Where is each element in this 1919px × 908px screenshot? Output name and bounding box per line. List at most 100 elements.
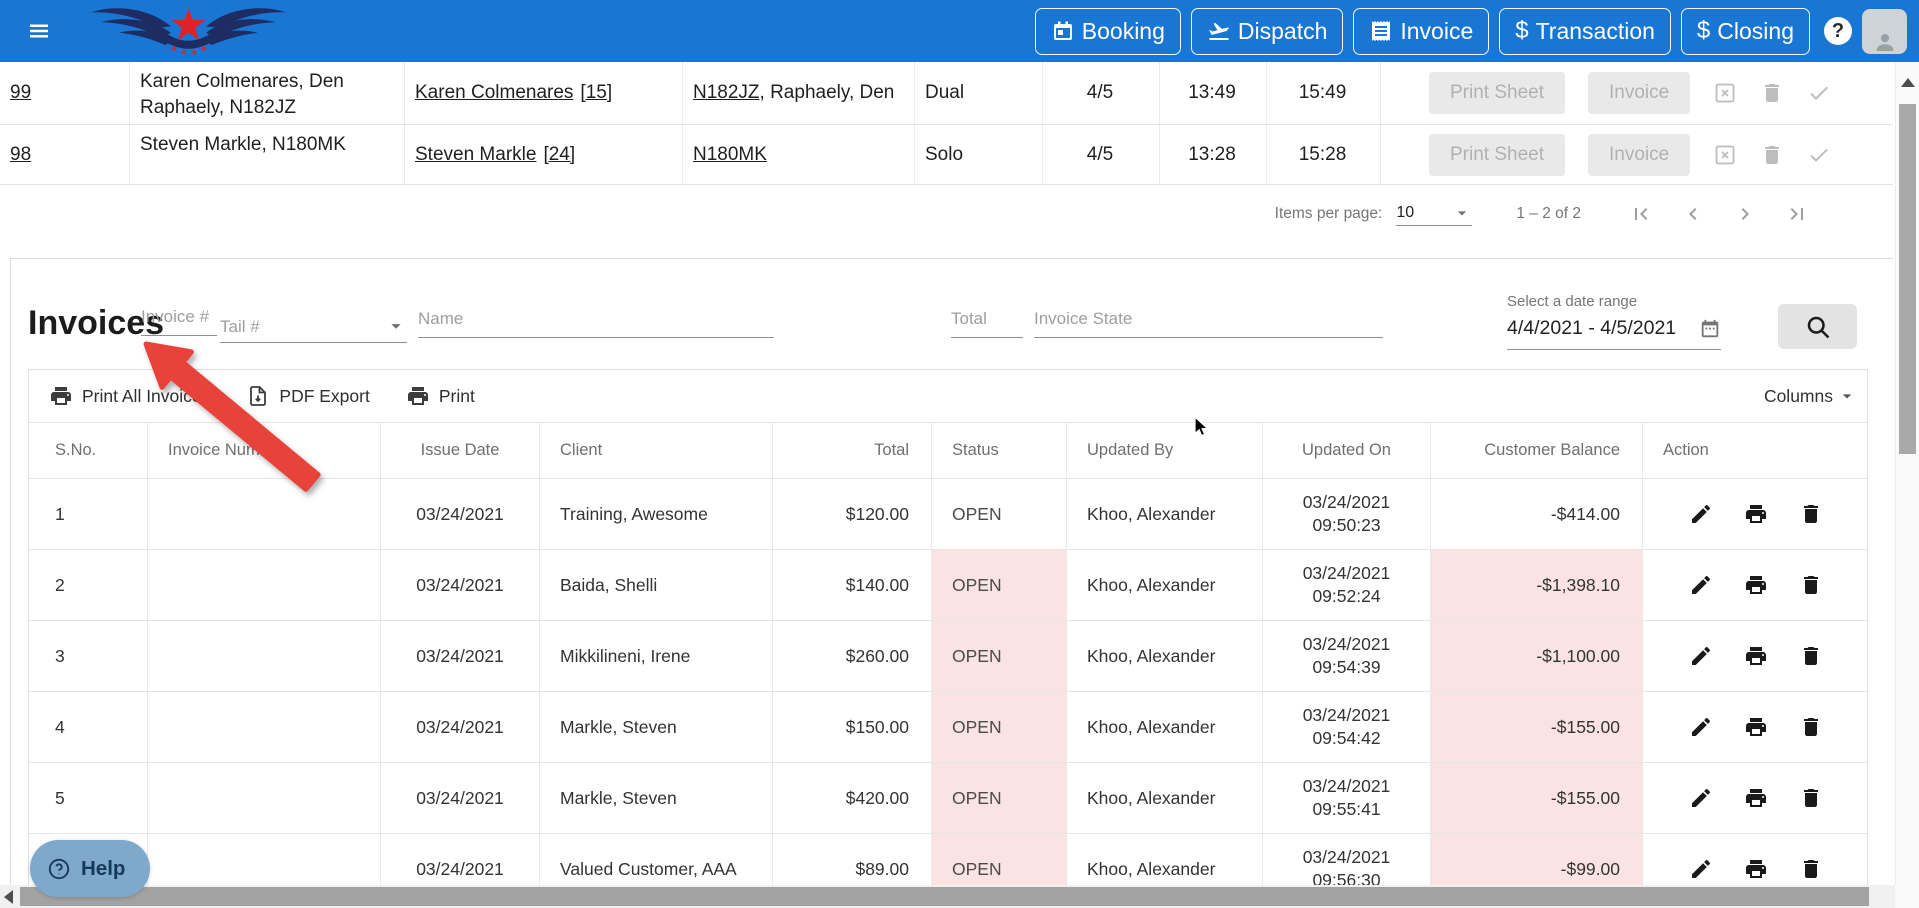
invoice-number-cell [148,692,381,762]
nav-button-booking[interactable]: Booking [1035,8,1181,55]
booking-id-link[interactable]: 98 [10,144,31,166]
nav-button-dispatch[interactable]: Dispatch [1191,8,1343,55]
delete-invoice-button[interactable] [1799,786,1823,810]
status-cell: OPEN [932,763,1067,833]
invoice-number-cell [148,763,381,833]
aircraft-link[interactable]: N180MK [693,144,767,166]
topbar: ★★ ★★ Booking Dispatch Invoice$Transaction… [0,0,1919,62]
vertical-scroll-thumb[interactable] [1899,104,1916,454]
booking-id-cell: 98 [0,125,130,184]
delete-invoice-button[interactable] [1799,644,1823,668]
edit-invoice-button[interactable] [1689,502,1713,526]
nav-button-label: Dispatch [1238,18,1327,45]
print-invoice-button[interactable] [1744,715,1768,739]
toolbar-label: Print [439,386,475,407]
help-button-label: Help [81,857,125,881]
scroll-up-arrow[interactable] [1901,78,1915,87]
booking-actions-cell: Print SheetInvoice [1381,62,1893,124]
avatar[interactable] [1862,9,1907,54]
printer-icon [1744,715,1768,739]
delete-invoice-button[interactable] [1799,573,1823,597]
chevron-right-button[interactable] [1719,194,1771,234]
search-button[interactable] [1778,304,1857,349]
total-filter [951,309,1023,338]
delete-booking-button[interactable] [1760,143,1784,167]
invoice-button: Invoice [1588,72,1690,114]
edit-invoice-button[interactable] [1689,644,1713,668]
horizontal-scroll-thumb[interactable] [20,887,1869,906]
columns-dropdown[interactable]: Columns [1764,386,1857,407]
edit-invoice-button[interactable] [1689,573,1713,597]
chevron-left-button[interactable] [1667,194,1719,234]
pencil-icon [1689,573,1713,597]
column-header: Updated On [1263,423,1431,478]
nav-button-invoice[interactable]: Invoice [1353,8,1489,55]
booking-resources-cell: Steven Markle, N180MK [130,125,405,184]
aircraft-link[interactable]: N182JZ [693,82,760,104]
issue-date-cell: 03/24/2021 [381,550,540,620]
items-per-page-select[interactable]: 10 [1396,203,1472,226]
total-cell: $150.00 [773,692,932,762]
booking-id-link[interactable]: 99 [10,82,31,104]
pencil-icon [1689,644,1713,668]
horizontal-scrollbar[interactable] [0,885,1895,908]
page-range-label: 1 – 2 of 2 [1516,205,1581,223]
cancel-booking-button[interactable] [1713,81,1737,105]
paginator: Items per page: 10 1 – 2 of 2 [0,185,1893,243]
total-cell: $260.00 [773,621,932,691]
mouse-cursor [1192,416,1214,440]
pencil-icon [1689,857,1713,881]
cancel-booking-button[interactable] [1713,143,1737,167]
print-invoice-button[interactable] [1744,786,1768,810]
checkin-booking-button[interactable] [1807,143,1831,167]
menu-button[interactable] [16,8,62,54]
booking-client-link[interactable]: Steven Markle [415,144,536,166]
scroll-left-arrow[interactable] [4,890,13,904]
delete-booking-button[interactable] [1760,81,1784,105]
toolbar-print-button[interactable]: Print [406,384,475,408]
last-page-button[interactable] [1771,194,1823,234]
customer-balance-cell: -$1,398.10 [1431,550,1643,620]
invoice-state-input[interactable] [1034,309,1383,338]
booking-start-cell: 13:49 [1160,62,1267,124]
vertical-scrollbar[interactable] [1895,62,1919,885]
dollar-icon: $ [1697,17,1710,45]
delete-invoice-button[interactable] [1799,715,1823,739]
nav-button-closing[interactable]: $Closing [1681,8,1810,55]
edit-invoice-button[interactable] [1689,715,1713,739]
updated-on-time: 09:52:24 [1312,585,1380,608]
name-filter [418,309,774,338]
delete-invoice-button[interactable] [1799,857,1823,881]
help-icon[interactable]: ? [1824,17,1852,45]
name-input[interactable] [418,309,774,338]
first-page-button[interactable] [1615,194,1667,234]
chevron-left-icon [1681,202,1705,226]
column-header: Client [540,423,773,478]
column-header: Updated By [1067,423,1263,478]
edit-invoice-button[interactable] [1689,857,1713,881]
delete-invoice-button[interactable] [1799,502,1823,526]
first-page-icon [1629,202,1653,226]
checkin-booking-button[interactable] [1807,81,1831,105]
app-logo[interactable]: ★★ ★★ [76,0,301,62]
print-invoice-button[interactable] [1744,857,1768,881]
updated-on-date: 03/24/2021 [1303,846,1391,869]
date-range-value: 4/4/2021 - 4/5/2021 [1507,317,1676,340]
booking-client-count-link[interactable]: [24] [543,144,575,166]
close-box-icon [1713,81,1737,105]
booking-client-link[interactable]: Karen Colmenares [415,82,573,104]
action-cell [1643,692,1867,762]
print-invoice-button[interactable] [1744,573,1768,597]
date-range-field[interactable]: Select a date range 4/4/2021 - 4/5/2021 [1507,293,1721,350]
total-input[interactable] [951,309,1023,338]
sno-cell: 4 [29,692,148,762]
edit-invoice-button[interactable] [1689,786,1713,810]
booking-client-count-link[interactable]: [15] [580,82,612,104]
nav-button-transaction[interactable]: $Transaction [1499,8,1671,55]
print-invoice-button[interactable] [1744,644,1768,668]
booking-row: 98 Steven Markle, N180MK Steven Markle [24]… [0,125,1893,185]
print-invoice-button[interactable] [1744,502,1768,526]
printer-icon [1744,786,1768,810]
pencil-icon [1689,786,1713,810]
help-button[interactable]: Help [30,840,150,897]
